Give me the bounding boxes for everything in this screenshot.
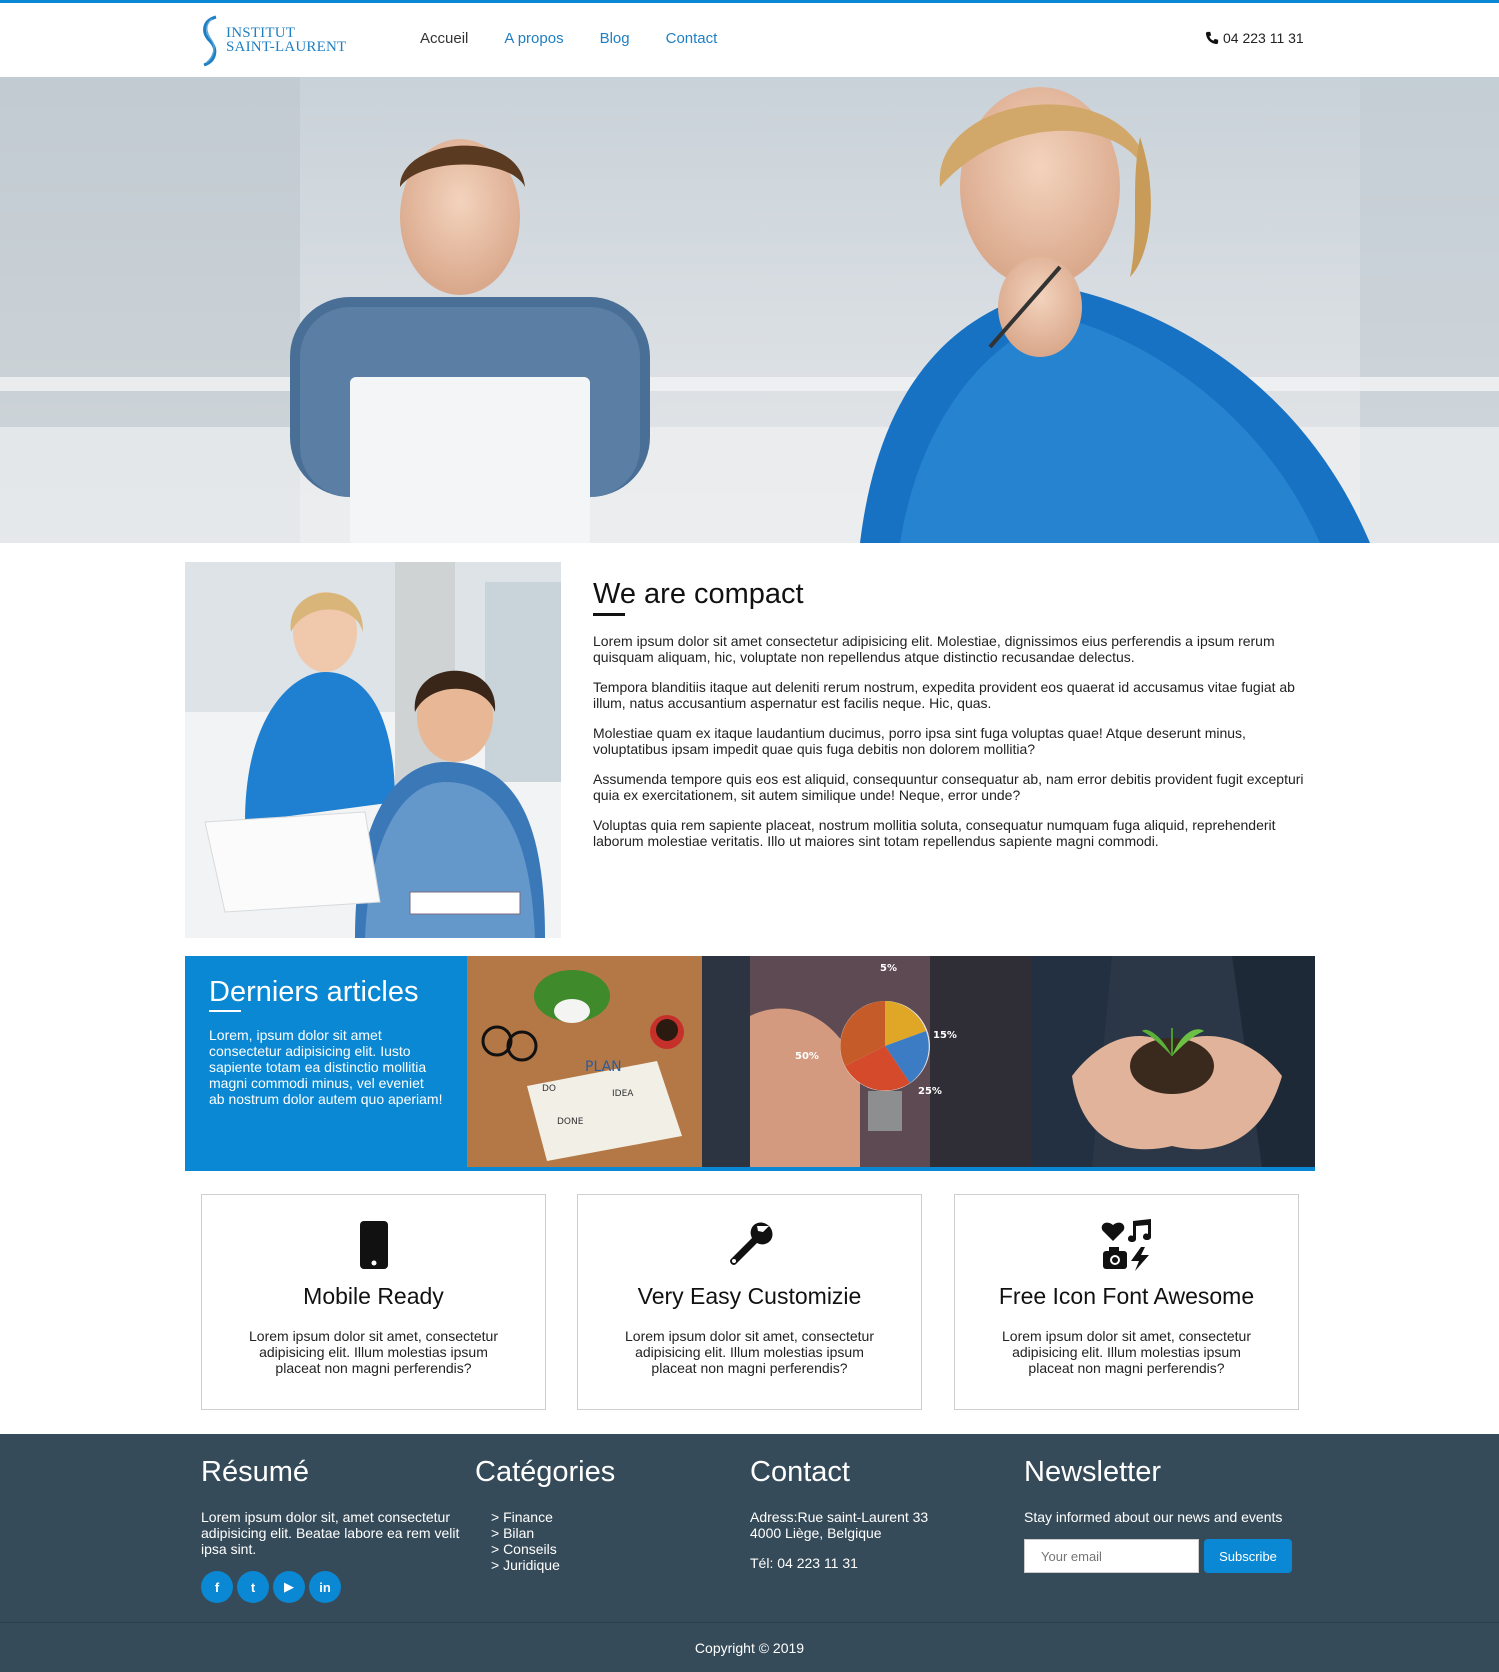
wrench-icon bbox=[720, 1219, 780, 1271]
footer-address-line2: 4000 Liège, Belgique bbox=[750, 1525, 882, 1541]
footer-categories-title: Catégories bbox=[475, 1456, 616, 1488]
header-phone-number: 04 223 11 31 bbox=[1223, 30, 1304, 46]
articles-bottom-bar bbox=[185, 1167, 1315, 1171]
footer-resume-title: Résumé bbox=[201, 1456, 309, 1488]
bulb-label-15: 15% bbox=[933, 1030, 957, 1041]
articles-text: Lorem, ipsum dolor sit amet consectetur … bbox=[209, 1027, 443, 1107]
about-title: We are compact bbox=[593, 578, 1313, 616]
feature-title: Free Icon Font Awesome bbox=[998, 1283, 1255, 1309]
bulb-label-50: 50% bbox=[795, 1051, 819, 1062]
articles-title: Derniers articles bbox=[209, 976, 443, 1012]
feature-title: Mobile Ready bbox=[303, 1283, 444, 1309]
article-tile-plan[interactable]: PLAN DO IDEA DONE bbox=[467, 956, 750, 1167]
logo-line1: INSTITUT bbox=[226, 25, 296, 41]
bulb-label-25: 25% bbox=[918, 1086, 942, 1097]
category-link-bilan[interactable]: > Bilan bbox=[491, 1525, 715, 1541]
articles-intro: Derniers articles Lorem, ipsum dolor sit… bbox=[185, 956, 467, 1171]
newsletter-form: Subscribe bbox=[1024, 1539, 1304, 1573]
footer-categories: Catégories > Finance > Bilan > Conseils … bbox=[475, 1456, 715, 1573]
about-paragraph: Molestiae quam ex itaque laudantium duci… bbox=[593, 725, 1246, 757]
footer-phone: Tél: 04 223 11 31 bbox=[750, 1555, 858, 1571]
feature-card-icons: Free Icon Font Awesome Lorem ipsum dolor… bbox=[954, 1194, 1299, 1410]
logo-line2: SAINT-LAURENT bbox=[226, 39, 347, 55]
bulb-label-5: 5% bbox=[880, 963, 897, 974]
footer-newsletter: Newsletter Stay informed about our news … bbox=[1024, 1456, 1304, 1573]
header-phone[interactable]: 04 223 11 31 bbox=[1205, 30, 1304, 46]
footer-contact: Contact Adress:Rue saint-Laurent 33 4000… bbox=[750, 1456, 990, 1571]
newsletter-text: Stay informed about our news and events bbox=[1024, 1509, 1283, 1525]
twitter-icon[interactable]: t bbox=[237, 1571, 269, 1603]
feature-text: Lorem ipsum dolor sit amet, consectetur … bbox=[625, 1328, 874, 1376]
about-image bbox=[185, 562, 561, 938]
feature-text: Lorem ipsum dolor sit amet, consectetur … bbox=[249, 1328, 498, 1376]
site-header: INSTITUT SAINT-LAURENT Accueil A propos … bbox=[0, 3, 1499, 77]
about-paragraph: Voluptas quia rem sapiente placeat, nost… bbox=[593, 817, 1276, 849]
about-paragraph: Tempora blanditiis itaque aut deleniti r… bbox=[593, 679, 1295, 711]
footer-contact-title: Contact bbox=[750, 1456, 850, 1488]
categories-list: > Finance > Bilan > Conseils > Juridique bbox=[475, 1509, 715, 1573]
facebook-icon[interactable]: f bbox=[201, 1571, 233, 1603]
social-links: f t ▶ in bbox=[201, 1571, 471, 1603]
icons-icon bbox=[1097, 1219, 1157, 1271]
footer-newsletter-title: Newsletter bbox=[1024, 1456, 1161, 1488]
plan-label: PLAN bbox=[585, 1059, 622, 1075]
plan-do-label: DO bbox=[542, 1084, 556, 1094]
main-nav: Accueil A propos Blog Contact bbox=[420, 30, 753, 47]
nav-a-propos[interactable]: A propos bbox=[504, 30, 563, 47]
feature-card-customize: Very Easy Customizie Lorem ipsum dolor s… bbox=[577, 1194, 922, 1410]
about-paragraph: Assumenda tempore quis eos est aliquid, … bbox=[593, 771, 1304, 803]
nav-contact[interactable]: Contact bbox=[666, 30, 718, 47]
footer-resume: Résumé Lorem ipsum dolor sit, amet conse… bbox=[201, 1456, 471, 1603]
nav-blog[interactable]: Blog bbox=[600, 30, 630, 47]
footer-address-line1: Adress:Rue saint-Laurent 33 bbox=[750, 1509, 929, 1525]
latest-articles: Derniers articles Lorem, ipsum dolor sit… bbox=[185, 956, 1315, 1171]
category-link-juridique[interactable]: > Juridique bbox=[491, 1557, 715, 1573]
category-link-finance[interactable]: > Finance bbox=[491, 1509, 715, 1525]
feature-text: Lorem ipsum dolor sit amet, consectetur … bbox=[1002, 1328, 1251, 1376]
copyright: Copyright © 2019 bbox=[0, 1622, 1499, 1672]
footer-resume-text: Lorem ipsum dolor sit, amet consectetur … bbox=[201, 1509, 460, 1557]
subscribe-button[interactable]: Subscribe bbox=[1204, 1539, 1292, 1573]
linkedin-icon[interactable]: in bbox=[309, 1571, 341, 1603]
plan-idea-label: IDEA bbox=[612, 1089, 634, 1099]
article-tile-plant[interactable] bbox=[1032, 956, 1315, 1167]
article-tile-bulb[interactable]: 5% 15% 50% 25% bbox=[750, 956, 1033, 1167]
logo-s-icon bbox=[203, 15, 217, 67]
about-section: We are compact Lorem ipsum dolor sit ame… bbox=[593, 578, 1313, 863]
phone-icon bbox=[1205, 31, 1219, 45]
mobile-icon bbox=[344, 1219, 404, 1271]
hero-image bbox=[0, 77, 1499, 543]
feature-title: Very Easy Customizie bbox=[637, 1283, 862, 1309]
about-paragraph: Lorem ipsum dolor sit amet consectetur a… bbox=[593, 633, 1275, 665]
plan-done-label: DONE bbox=[557, 1117, 584, 1127]
youtube-icon[interactable]: ▶ bbox=[273, 1571, 305, 1603]
site-footer: Résumé Lorem ipsum dolor sit, amet conse… bbox=[0, 1434, 1499, 1622]
feature-card-mobile: Mobile Ready Lorem ipsum dolor sit amet,… bbox=[201, 1194, 546, 1410]
nav-accueil[interactable]: Accueil bbox=[420, 30, 468, 47]
newsletter-email-input[interactable] bbox=[1024, 1539, 1199, 1573]
logo[interactable]: INSTITUT SAINT-LAURENT bbox=[198, 13, 358, 69]
category-link-conseils[interactable]: > Conseils bbox=[491, 1541, 715, 1557]
